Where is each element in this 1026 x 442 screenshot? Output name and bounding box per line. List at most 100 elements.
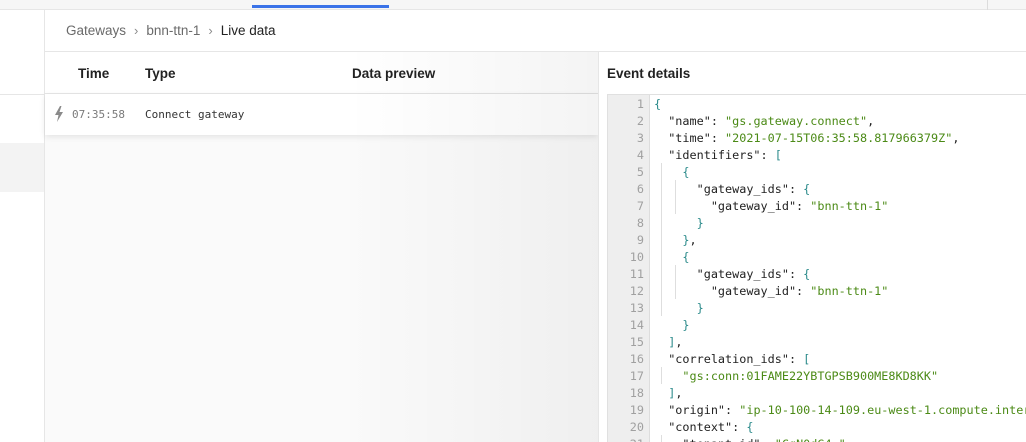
code-token: "CgN0dG4=" — [775, 437, 846, 442]
event-type: Connect gateway — [145, 108, 245, 121]
code-token: { — [803, 182, 811, 196]
code-line: 5 { — [608, 164, 1026, 181]
sidebar-item-selected[interactable] — [0, 143, 44, 192]
code-text: { — [654, 164, 689, 181]
line-number: 14 — [629, 318, 644, 332]
code-token: : — [796, 199, 811, 213]
line-number: 2 — [636, 114, 644, 128]
code-token: ] — [654, 386, 676, 400]
line-number: 11 — [629, 267, 644, 281]
event-details-panel: Event details 1{2 "name": "gs.gateway.co… — [598, 52, 1026, 442]
active-tab-indicator — [252, 5, 389, 8]
code-text: "origin": "ip-10-100-14-109.eu-west-1.co… — [654, 402, 1026, 419]
code-text: } — [654, 317, 690, 334]
code-token: { — [746, 420, 754, 434]
code-text: "name": "gs.gateway.connect", — [654, 113, 874, 130]
column-header-data-preview: Data preview — [352, 66, 436, 81]
code-token: } — [654, 301, 704, 315]
code-token: { — [654, 250, 690, 264]
code-line: 16 "correlation_ids": [ — [608, 351, 1026, 368]
chevron-right-icon: › — [208, 23, 213, 38]
code-text: "tenant-id": "CgN0dG4=", — [654, 436, 853, 442]
line-number: 13 — [629, 301, 644, 315]
code-token: { — [803, 267, 811, 281]
code-text: "gateway_id": "bnn-ttn-1" — [654, 198, 889, 215]
code-token: [ — [803, 352, 811, 366]
code-token: } — [654, 318, 690, 332]
code-token: : — [732, 420, 747, 434]
code-token: : — [761, 437, 775, 442]
code-token: "name" — [654, 114, 711, 128]
code-token: : — [710, 131, 726, 145]
breadcrumb-gateways[interactable]: Gateways — [66, 23, 126, 38]
code-token: : — [760, 148, 775, 162]
code-token: : — [725, 403, 740, 417]
code-text: "correlation_ids": [ — [654, 351, 810, 368]
code-token: , — [689, 233, 697, 247]
code-token: "ip-10-100-14-109.eu-west-1.compute.inte… — [739, 403, 1026, 417]
line-number: 12 — [629, 284, 644, 298]
line-number: 7 — [636, 199, 644, 213]
code-line: 14 } — [608, 317, 1026, 334]
code-line: 4 "identifiers": [ — [608, 147, 1026, 164]
chevron-right-icon: › — [134, 23, 139, 38]
line-number: 4 — [636, 148, 644, 162]
code-token: "bnn-ttn-1" — [810, 199, 889, 213]
code-line: 19 "origin": "ip-10-100-14-109.eu-west-1… — [608, 402, 1026, 419]
code-line: 13 } — [608, 300, 1026, 317]
code-token: , — [846, 437, 853, 442]
code-text: ], — [654, 334, 682, 351]
code-line: 20 "context": { — [608, 419, 1026, 436]
code-line: 12 "gateway_id": "bnn-ttn-1" — [608, 283, 1026, 300]
code-token: , — [675, 335, 683, 349]
code-token: : — [788, 267, 804, 281]
code-text: ], — [654, 385, 682, 402]
code-token: , — [867, 114, 875, 128]
code-text: }, — [654, 232, 697, 249]
line-number: 5 — [636, 165, 644, 179]
code-token: } — [654, 216, 704, 230]
code-line: 3 "time": "2021-07-15T06:35:58.817966379… — [608, 130, 1026, 147]
event-row[interactable]: 07:35:58 Connect gateway — [45, 94, 598, 135]
line-number: 3 — [636, 131, 644, 145]
code-line: 9 }, — [608, 232, 1026, 249]
code-line: 8 } — [608, 215, 1026, 232]
code-line: 18 ], — [608, 385, 1026, 402]
line-number: 6 — [636, 182, 644, 196]
code-token: { — [654, 97, 662, 111]
event-details-title: Event details — [607, 66, 691, 81]
json-code-viewer[interactable]: 1{2 "name": "gs.gateway.connect", 3 "time… — [607, 94, 1026, 442]
code-token: } — [654, 233, 690, 247]
column-header-type: Type — [145, 66, 176, 81]
event-time: 07:35:58 — [72, 108, 125, 121]
code-line: 10 { — [608, 249, 1026, 266]
code-line: 11 "gateway_ids": { — [608, 266, 1026, 283]
code-text: "time": "2021-07-15T06:35:58.817966379Z"… — [654, 130, 959, 147]
line-number: 15 — [629, 335, 644, 349]
code-line: 1{ — [608, 96, 1026, 113]
breadcrumb-current: Live data — [220, 23, 276, 38]
code-text: "gs:conn:01FAME22YBTGPSB900ME8KD8KK" — [654, 368, 938, 385]
code-line: 7 "gateway_id": "bnn-ttn-1" — [608, 198, 1026, 215]
line-number: 9 — [636, 233, 644, 247]
code-token: ] — [654, 335, 676, 349]
code-token: "identifiers" — [654, 148, 761, 162]
line-number: 21 — [608, 436, 644, 442]
line-number: 19 — [629, 403, 644, 417]
code-text: { — [654, 96, 661, 113]
code-token: "time" — [654, 131, 711, 145]
code-token: : — [796, 284, 811, 298]
code-token: : — [710, 114, 726, 128]
code-text: "context": { — [654, 419, 753, 436]
code-token: , — [952, 131, 960, 145]
lightning-bolt-icon — [55, 106, 63, 122]
top-bar-divider — [987, 0, 988, 10]
line-number: 17 — [629, 369, 644, 383]
code-token: "origin" — [654, 403, 726, 417]
code-token: : — [788, 352, 804, 366]
code-text: "gateway_ids": { — [654, 181, 811, 198]
code-text: } — [654, 300, 704, 317]
breadcrumb-gateway[interactable]: bnn-ttn-1 — [146, 23, 200, 38]
code-token: [ — [774, 148, 782, 162]
top-tab-bar — [0, 0, 1026, 10]
